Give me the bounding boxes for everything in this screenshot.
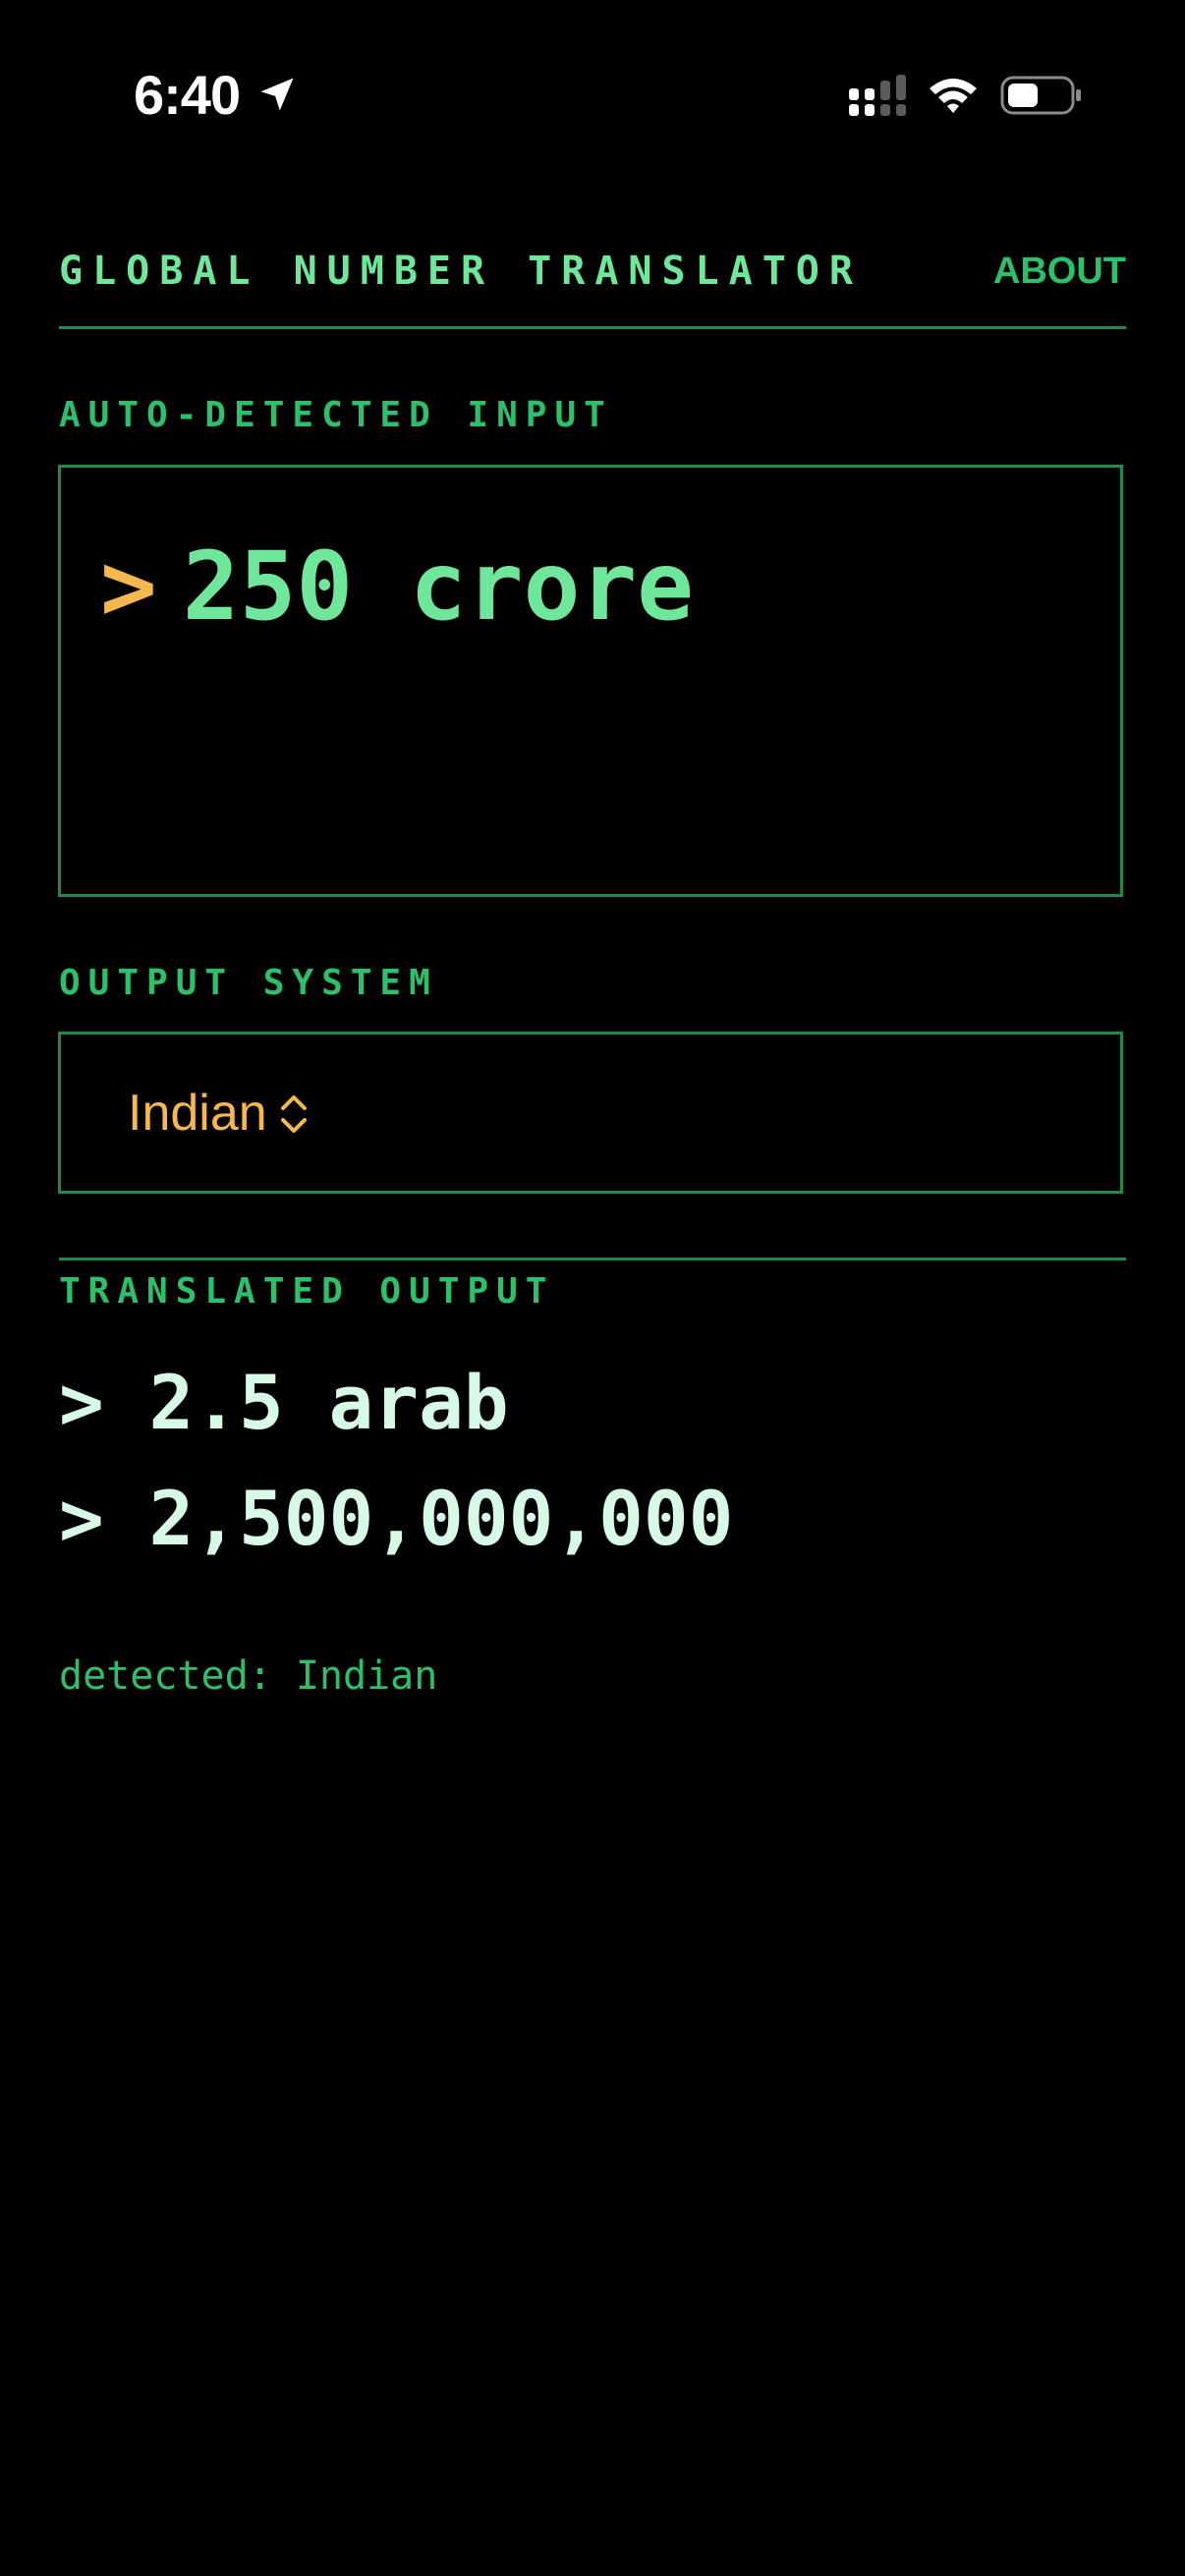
number-input-box[interactable] [58,465,1123,897]
cellular-signal-icon [849,75,906,116]
wifi-icon [930,79,977,113]
battery-icon [1000,76,1081,115]
location-arrow-icon [260,78,294,111]
output-system-label: OUTPUT SYSTEM [59,963,438,1003]
translated-output-line: > 2,500,000,000 [59,1472,733,1566]
translated-output-label: TRANSLATED OUTPUT [59,1271,555,1312]
status-time: 6:40 [134,64,241,126]
about-link[interactable]: ABOUT [993,244,1126,299]
input-prompt-line: >250 crore [100,532,694,641]
output-system-selected-value[interactable]: Indian [128,1081,267,1146]
input-prompt-caret: > [100,532,157,642]
header-divider [59,326,1126,329]
output-prompt-caret: > [59,1359,104,1446]
output-text-words: 2.5 arab [148,1359,509,1446]
translated-output-line: > 2.5 arab [59,1356,509,1450]
detected-system-text: detected: Indian [59,1653,438,1699]
output-divider [59,1258,1126,1260]
number-input-value[interactable]: 250 crore [183,532,694,642]
chevron-up-down-icon [281,1095,307,1133]
input-section-label: AUTO-DETECTED INPUT [59,395,613,435]
output-text-digits: 2,500,000,000 [148,1475,734,1562]
app-title: GLOBAL NUMBER TRANSLATOR [59,249,863,294]
output-prompt-caret: > [59,1475,104,1562]
